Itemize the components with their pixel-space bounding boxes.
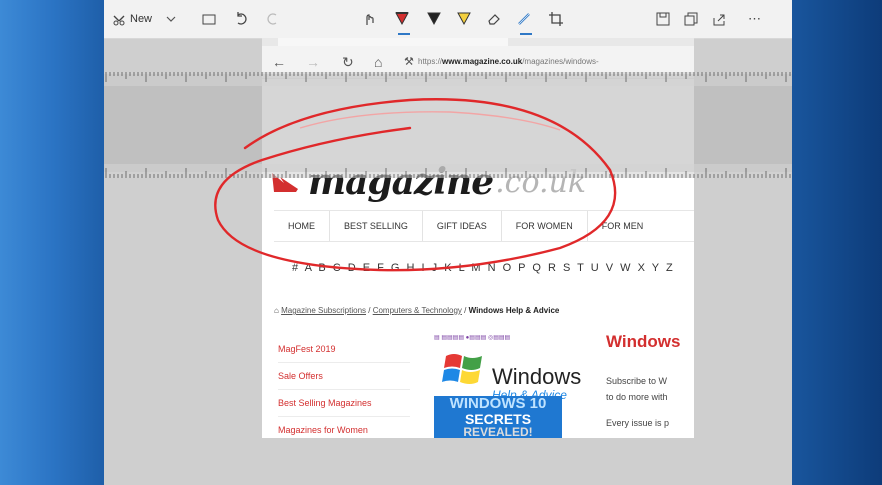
site-nav: HOME BEST SELLING GIFT IDEAS FOR WOMEN F… [274, 210, 694, 242]
share-button[interactable] [712, 9, 726, 29]
folder-icon [202, 14, 216, 25]
ruler-top-edge [104, 72, 792, 86]
ruler-icon [518, 13, 530, 25]
ruler-top-ticks [105, 72, 791, 82]
highlighter-button[interactable] [456, 9, 472, 29]
save-icon [656, 12, 670, 26]
nav-for-men: FOR MEN [601, 221, 644, 231]
magazine-cover: ▤ ▤▤▤▤ ●▤▤▤ ◎▤▤▤ Windows Help & Advice W… [434, 334, 581, 438]
share-icon [713, 14, 725, 26]
side-link-magfest: MagFest 2019 [278, 336, 410, 363]
undo-icon [237, 12, 247, 25]
crop-button[interactable] [548, 9, 564, 29]
side-link-best-selling: Best Selling Magazines [278, 390, 410, 417]
windows-flag-icon [442, 354, 482, 384]
breadcrumb-current: Windows Help & Advice [468, 306, 560, 315]
save-button[interactable] [656, 9, 670, 29]
browser-tab-strip [262, 38, 694, 48]
home-icon: ⌂ [374, 54, 383, 70]
breadcrumb-home-icon: ⌂ [274, 306, 279, 315]
touch-writing-button[interactable] [362, 9, 378, 29]
alphabet-index: # A B C D E F G H I J K L M N O P Q R S … [292, 262, 675, 274]
lock-icon: ⚒ [404, 56, 414, 68]
black-pen-icon [427, 12, 441, 26]
cover-publisher-logos: ▤ ▤▤▤▤ ●▤▤▤ ◎▤▤▤ [434, 335, 511, 341]
product-text-1: Subscribe to W [606, 376, 668, 386]
cover-banner-line-3: REVEALED! [463, 425, 533, 438]
breadcrumb: ⌂ Magazine Subscriptions / Computers & T… [274, 306, 559, 315]
red-pen-icon [395, 12, 409, 26]
snip-icon [113, 15, 125, 26]
touch-writing-icon [366, 14, 374, 25]
toolbar: New ⋯ [104, 0, 792, 39]
crop-icon [549, 12, 563, 26]
ruler-bottom-edge [104, 164, 792, 178]
eraser-icon [488, 14, 500, 25]
nav-best-selling: BEST SELLING [330, 211, 423, 241]
breadcrumb-link-subscriptions: Magazine Subscriptions [281, 306, 367, 315]
more-options-button[interactable]: ⋯ [748, 9, 762, 29]
ballpoint-pen-button[interactable] [394, 9, 410, 35]
product-text-3: Every issue is p [606, 418, 670, 428]
copy-icon [684, 12, 698, 26]
new-button[interactable]: New [112, 9, 152, 29]
pencil-button[interactable] [426, 9, 442, 29]
ruler-bottom-ticks [105, 168, 791, 178]
new-dropdown-button[interactable] [166, 9, 176, 29]
ruler-overlay[interactable] [104, 74, 792, 172]
new-label: New [130, 13, 153, 25]
copy-button[interactable] [684, 9, 698, 29]
refresh-icon: ↻ [342, 54, 354, 70]
back-arrow-icon: ← [272, 54, 286, 70]
cover-banner-line-2: SECRETS [464, 411, 532, 427]
eraser-button[interactable] [486, 9, 502, 29]
side-link-women: Magazines for Women [278, 417, 410, 438]
redo-button[interactable] [266, 9, 280, 29]
side-link-sale-offers: Sale Offers [278, 363, 410, 390]
cover-banner: WINDOWS 10 SECRETS REVEALED! [434, 396, 562, 438]
snip-sketch-window: New ⋯ ← → ↻ ⌂ ⚒ https://www.magazine.co.… [104, 0, 792, 485]
forward-arrow-icon: → [306, 54, 320, 70]
nav-for-women: FOR WOMEN [502, 211, 588, 241]
side-links: MagFest 2019 Sale Offers Best Selling Ma… [278, 336, 410, 438]
nav-gift-ideas: GIFT IDEAS [423, 211, 502, 241]
undo-button[interactable] [234, 9, 248, 29]
ruler-active-indicator [520, 33, 532, 35]
chevron-down-icon [166, 16, 176, 22]
redo-icon [267, 13, 277, 25]
product-heading: Windows [606, 332, 681, 351]
cover-windows-word: Windows [492, 364, 582, 389]
product-text-2: to do more with [606, 392, 668, 402]
cover-banner-line-1: WINDOWS 10 [449, 395, 547, 412]
cover-brand: Windows Help & Advice [442, 348, 581, 402]
open-file-button[interactable] [202, 9, 216, 29]
nav-home: HOME [274, 211, 330, 241]
breadcrumb-separator: / [461, 306, 469, 315]
ruler-button[interactable] [516, 9, 532, 35]
breadcrumb-link-computers: Computers & Technology [372, 306, 462, 315]
selected-tool-indicator [398, 33, 410, 35]
breadcrumb-separator: / [366, 306, 373, 315]
highlighter-icon [457, 12, 471, 26]
url-text: https://www.magazine.co.uk/magazines/win… [418, 57, 599, 66]
